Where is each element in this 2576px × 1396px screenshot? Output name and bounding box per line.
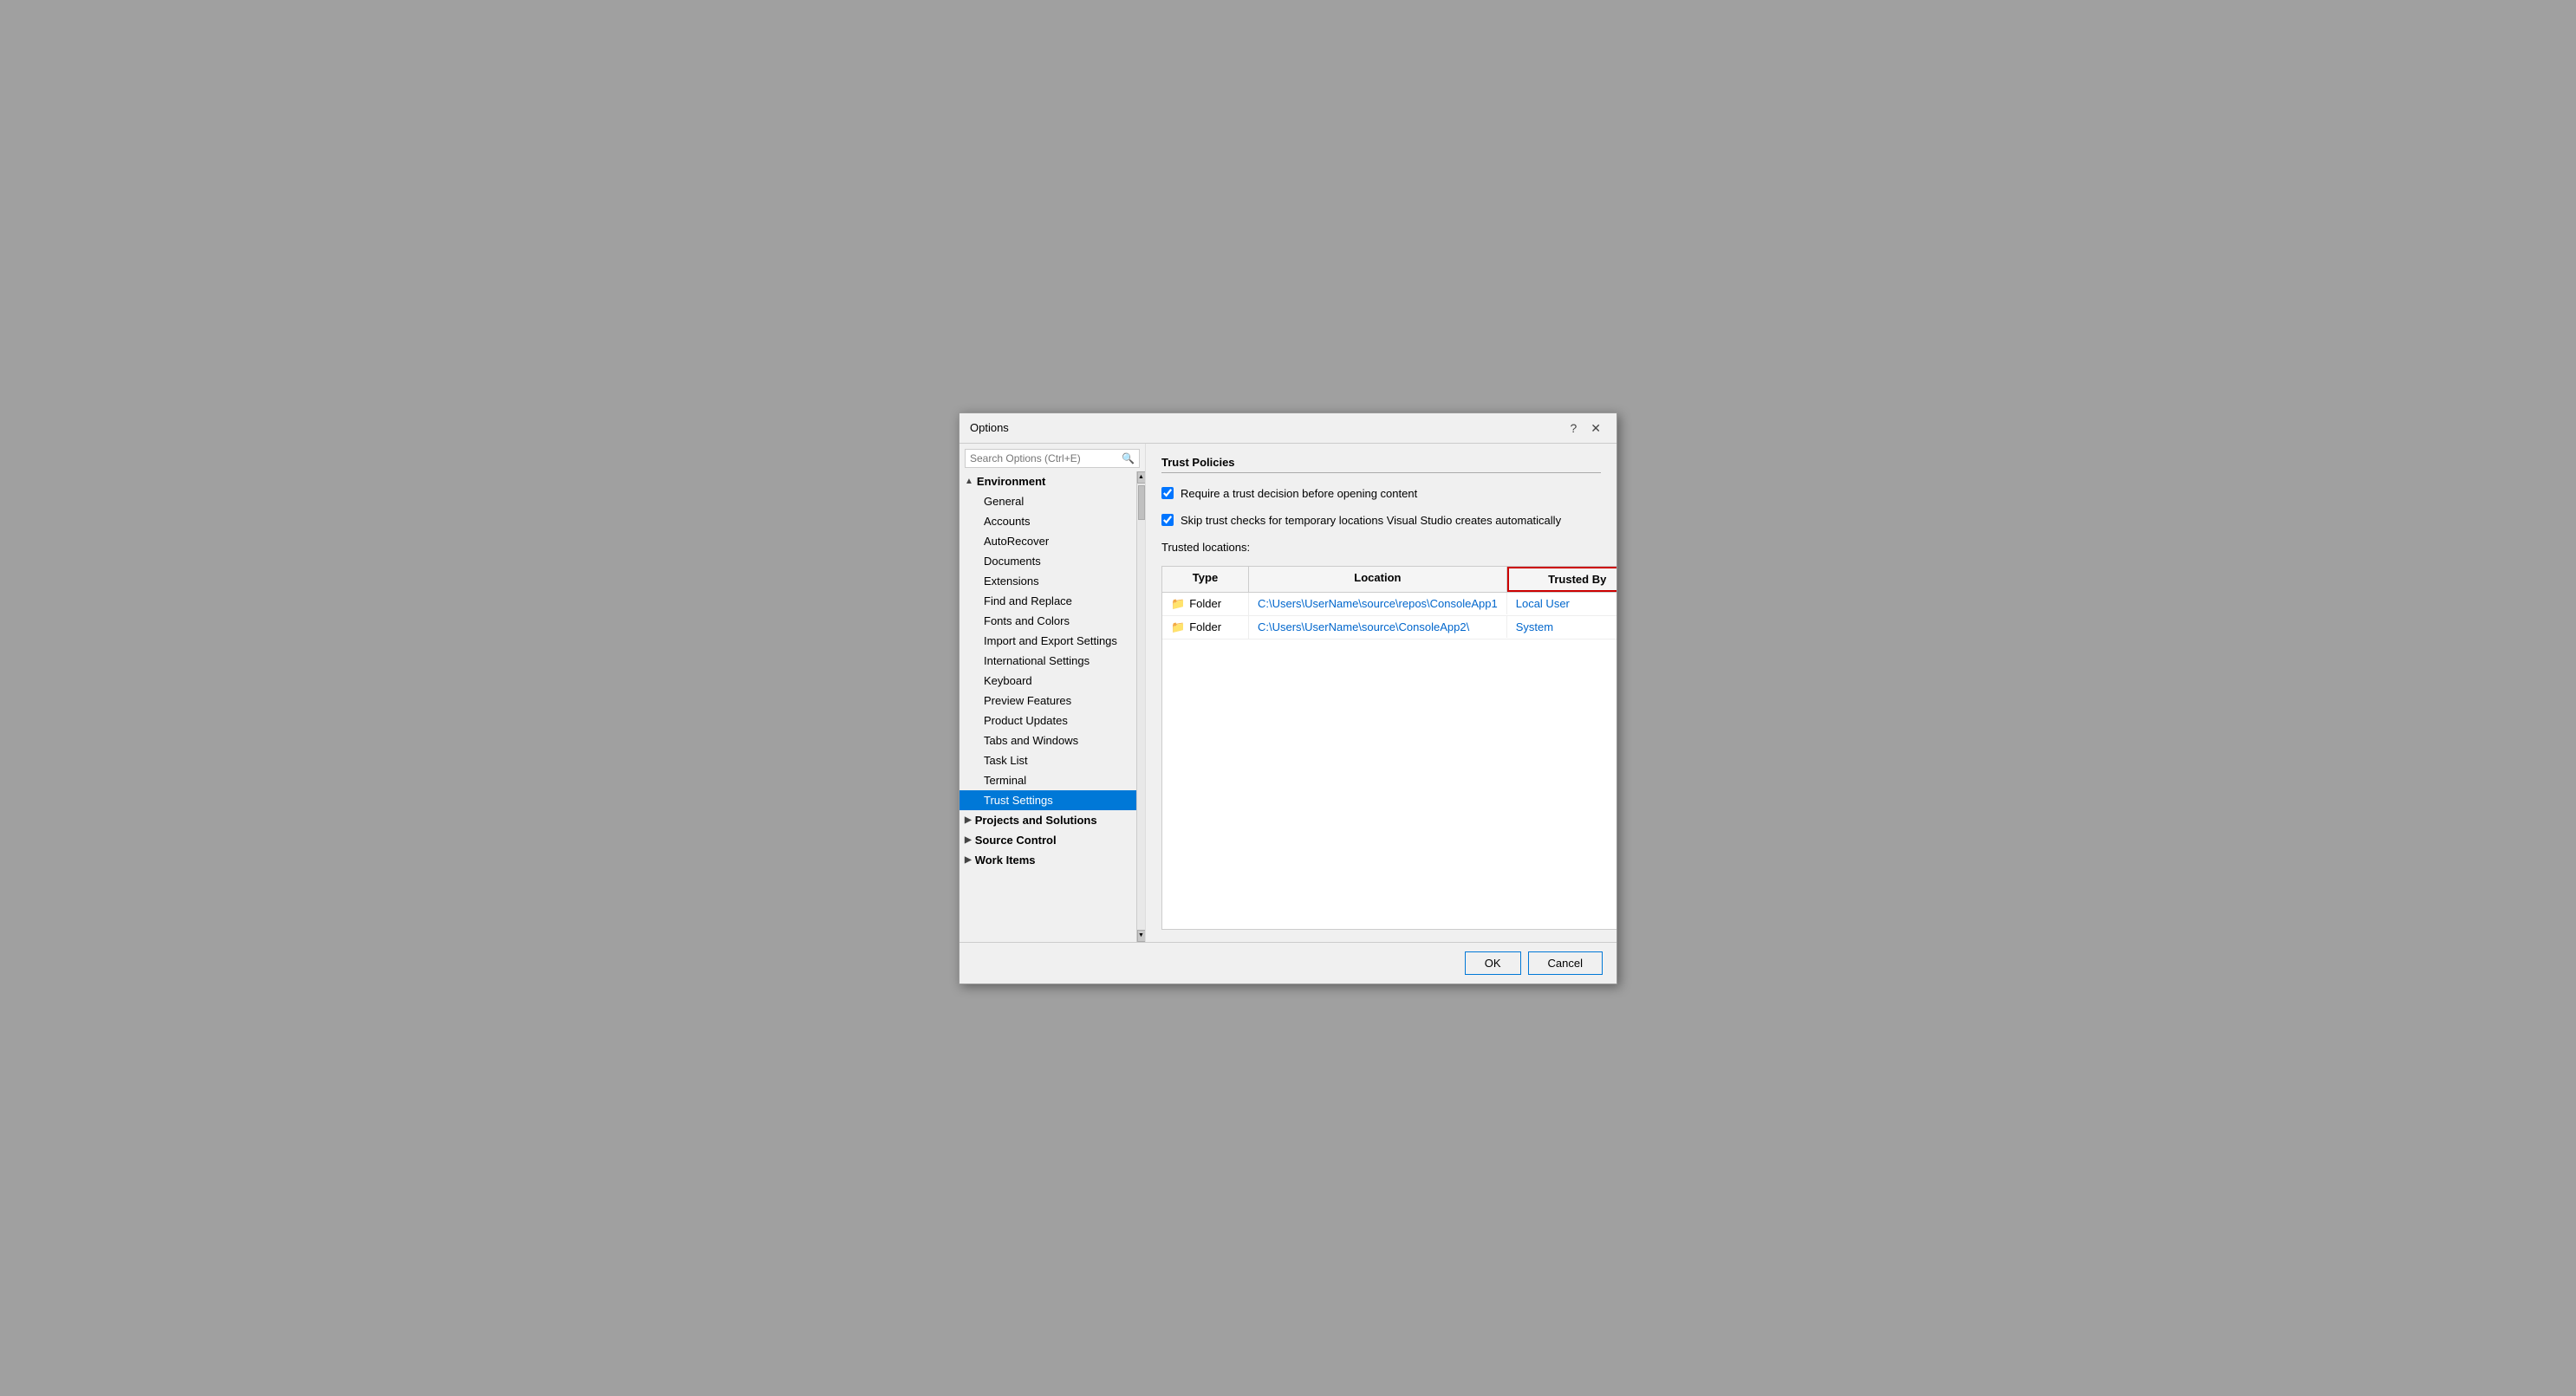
sidebar-scrollbar[interactable]: ▲ ▼ (1136, 471, 1145, 942)
table-row[interactable]: 📁 Folder C:\Users\UserName\source\Consol… (1162, 616, 1617, 640)
sidebar-item-preview-features[interactable]: Preview Features (959, 691, 1136, 711)
title-bar-controls: ? ✕ (1564, 420, 1606, 436)
sidebar-item-general[interactable]: General (959, 491, 1136, 511)
folder-icon-1: 📁 (1171, 597, 1185, 611)
search-box[interactable]: 🔍 (965, 449, 1140, 468)
ok-button[interactable]: OK (1465, 951, 1521, 975)
sidebar-item-extensions[interactable]: Extensions (959, 571, 1136, 591)
search-input[interactable] (970, 452, 1122, 464)
dialog-title: Options (970, 421, 1009, 434)
checkbox-skip-trust[interactable] (1161, 514, 1174, 526)
sidebar-item-product-updates[interactable]: Product Updates (959, 711, 1136, 730)
sidebar-item-autorecover[interactable]: AutoRecover (959, 531, 1136, 551)
sidebar-item-trust-settings[interactable]: Trust Settings (959, 790, 1136, 810)
scroll-down-btn[interactable]: ▼ (1137, 930, 1146, 942)
search-icon: 🔍 (1122, 452, 1135, 464)
sidebar-section-source-control[interactable]: ▶ Source Control (959, 830, 1136, 850)
sidebar-item-documents[interactable]: Documents (959, 551, 1136, 571)
sidebar-item-import-export[interactable]: Import and Export Settings (959, 631, 1136, 651)
sidebar: 🔍 ▲ Environment General Accounts (959, 444, 1146, 942)
scroll-up-btn[interactable]: ▲ (1137, 471, 1146, 484)
sidebar-section-work-items[interactable]: ▶ Work Items (959, 850, 1136, 870)
cancel-button[interactable]: Cancel (1528, 951, 1603, 975)
collapse-triangle-icon: ▲ (965, 477, 973, 486)
folder-icon-2: 📁 (1171, 620, 1185, 634)
checkbox-row-2: Skip trust checks for temporary location… (1161, 514, 1601, 527)
sidebar-item-terminal[interactable]: Terminal (959, 770, 1136, 790)
sidebar-section-environment-label: Environment (977, 475, 1045, 488)
tree-scroll-wrapper: ▲ Environment General Accounts AutoRecov… (959, 471, 1145, 942)
td-location-2: C:\Users\UserName\source\ConsoleApp2\ (1249, 616, 1507, 638)
col-trusted-by: Trusted By (1507, 567, 1617, 592)
sidebar-item-tabs-windows[interactable]: Tabs and Windows (959, 730, 1136, 750)
sidebar-item-international[interactable]: International Settings (959, 651, 1136, 671)
checkbox-require-trust[interactable] (1161, 487, 1174, 499)
dialog-footer: OK Cancel (959, 942, 1617, 984)
content-panel: Trust Policies Require a trust decision … (1146, 444, 1617, 942)
checkbox-skip-trust-label: Skip trust checks for temporary location… (1181, 514, 1561, 527)
expand-triangle-work-icon: ▶ (965, 855, 972, 865)
scroll-thumb[interactable] (1138, 485, 1145, 520)
checkbox-require-trust-label: Require a trust decision before opening … (1181, 487, 1417, 500)
sidebar-item-keyboard[interactable]: Keyboard (959, 671, 1136, 691)
td-trustedby-2: System (1507, 616, 1617, 638)
expand-triangle-projects-icon: ▶ (965, 815, 972, 825)
title-bar: Options ? ✕ (959, 413, 1617, 444)
close-button[interactable]: ✕ (1585, 420, 1606, 436)
sidebar-section-projects[interactable]: ▶ Projects and Solutions (959, 810, 1136, 830)
sidebar-item-accounts[interactable]: Accounts (959, 511, 1136, 531)
tree-items: ▲ Environment General Accounts AutoRecov… (959, 471, 1136, 942)
col-location: Location (1249, 567, 1507, 592)
options-dialog: Options ? ✕ 🔍 ▲ Environment Gen (959, 412, 1617, 984)
td-location-1: C:\Users\UserName\source\repos\ConsoleAp… (1249, 593, 1507, 614)
expand-triangle-source-icon: ▶ (965, 835, 972, 845)
sidebar-section-environment[interactable]: ▲ Environment (959, 471, 1136, 491)
dialog-body: 🔍 ▲ Environment General Accounts (959, 444, 1617, 942)
table-area: Type Location Trusted By 📁 Folder C:\Use… (1161, 566, 1601, 930)
td-trustedby-1: Local User (1507, 593, 1617, 614)
td-type-1: 📁 Folder (1162, 593, 1249, 615)
help-button[interactable]: ? (1564, 420, 1582, 436)
sidebar-item-task-list[interactable]: Task List (959, 750, 1136, 770)
table-row[interactable]: 📁 Folder C:\Users\UserName\source\repos\… (1162, 593, 1617, 616)
section-title: Trust Policies (1161, 456, 1601, 473)
td-type-2: 📁 Folder (1162, 616, 1249, 639)
col-type: Type (1162, 567, 1249, 592)
table-header: Type Location Trusted By (1162, 567, 1617, 593)
sidebar-item-fonts-colors[interactable]: Fonts and Colors (959, 611, 1136, 631)
trusted-locations-label: Trusted locations: (1161, 541, 1601, 554)
sidebar-item-find-replace[interactable]: Find and Replace (959, 591, 1136, 611)
checkbox-row-1: Require a trust decision before opening … (1161, 487, 1601, 500)
trusted-locations-table: Type Location Trusted By 📁 Folder C:\Use… (1161, 566, 1617, 930)
